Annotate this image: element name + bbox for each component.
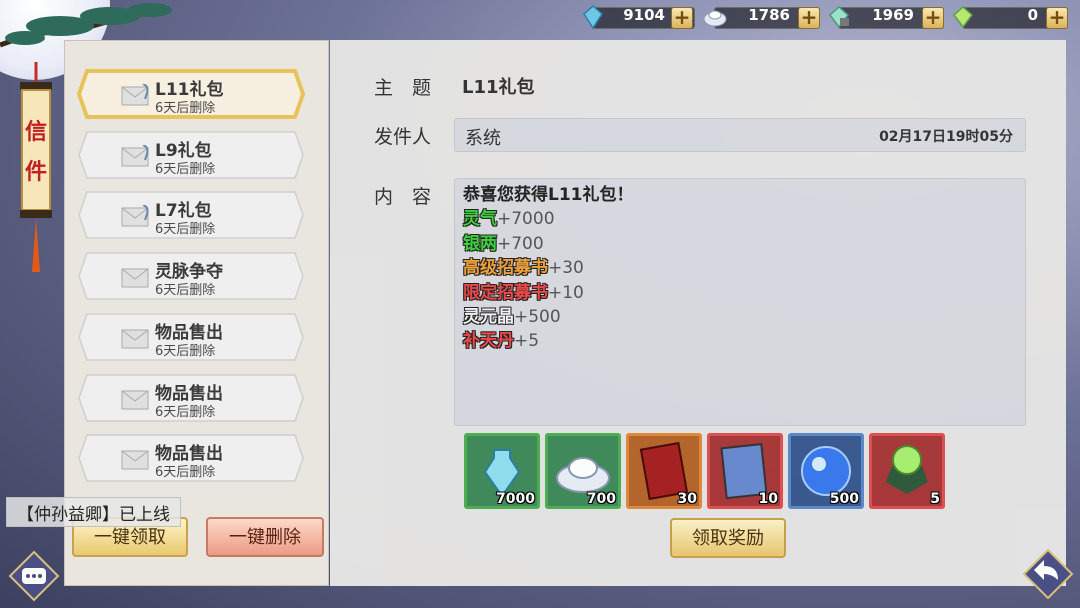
envelope-icon <box>121 205 149 227</box>
item-amount: +30 <box>548 258 584 279</box>
add-spirit-button[interactable]: + <box>671 7 693 29</box>
add-silver-button[interactable]: + <box>798 7 820 29</box>
mail-expiry: 6天后删除 <box>155 161 216 177</box>
item-name: 限定招募书 <box>463 282 548 303</box>
mail-expiry: 6天后删除 <box>155 404 216 420</box>
sender-field: 系统 02月17日19时05分 <box>454 118 1026 152</box>
currency-silver: 1786 + <box>702 4 820 30</box>
subject-value: L11礼包 <box>462 77 535 98</box>
content-line: 补天丹+5 <box>463 329 1017 353</box>
sender-value: 系统 <box>465 128 501 149</box>
mail-expiry: 6天后删除 <box>155 283 216 299</box>
mail-list-item[interactable]: 物品售出 6天后删除 <box>77 433 305 483</box>
currency-gem: 1969 + <box>826 4 944 30</box>
currency-spirit: 9104 + <box>580 4 695 30</box>
mail-timestamp: 02月17日19时05分 <box>879 129 1013 145</box>
item-name: 灵气 <box>463 209 497 230</box>
mail-detail-panel: 主 题 L11礼包 发件人 系统 02月17日19时05分 内 容 恭喜您获得L… <box>330 40 1066 586</box>
chat-button[interactable] <box>8 550 60 602</box>
envelope-icon <box>121 329 149 349</box>
mail-list-item[interactable]: 物品售出 6天后删除 <box>77 373 305 423</box>
silver-ingot-icon <box>703 10 727 27</box>
sender-label: 发件人 <box>374 126 432 148</box>
item-name: 银两 <box>463 233 497 254</box>
locked-gem-icon <box>828 5 850 29</box>
subject-label: 主 题 <box>374 77 432 99</box>
reward-count: 30 <box>677 491 697 507</box>
reward-item[interactable]: 30 <box>626 433 702 509</box>
currency-value: 1786 <box>748 6 790 24</box>
content-lines: 灵气+7000 银两+700 高级招募书+30 限定招募书+10 灵元晶+500 补天丹+… <box>463 207 1017 353</box>
online-notice: 【仲孙益卿】已上线 <box>6 497 181 527</box>
content-line: 灵气+7000 <box>463 207 1017 231</box>
add-rainbow-button[interactable]: + <box>1046 7 1068 29</box>
reward-item[interactable]: 700 <box>545 433 621 509</box>
mail-list-item[interactable]: 灵脉争夺 6天后删除 <box>77 251 305 301</box>
mail-expiry: 6天后删除 <box>155 222 216 238</box>
add-gem-button[interactable]: + <box>922 7 944 29</box>
rainbow-gem-icon <box>952 5 974 29</box>
mail-tab[interactable]: 信 件 <box>14 62 58 272</box>
content-line: 高级招募书+30 <box>463 256 1017 280</box>
content-line: 限定招募书+10 <box>463 281 1017 305</box>
spirit-crystal-icon <box>583 4 603 30</box>
content-box: 恭喜您获得L11礼包！ 灵气+7000 银两+700 高级招募书+30 限定招募书+1… <box>454 178 1026 426</box>
reward-item[interactable]: 5 <box>869 433 945 509</box>
reward-count: 7000 <box>496 491 535 507</box>
envelope-icon <box>121 144 149 167</box>
currency-value: 9104 <box>623 6 665 24</box>
item-name: 高级招募书 <box>463 258 548 279</box>
reward-item[interactable]: 500 <box>788 433 864 509</box>
item-name: 灵元晶 <box>463 307 514 328</box>
mail-list-item[interactable]: L7礼包 6天后删除 <box>77 190 305 240</box>
currency-value: 1969 <box>872 6 914 24</box>
content-label: 内 容 <box>374 186 432 208</box>
tab-label-1: 信 <box>25 120 48 145</box>
item-amount: +10 <box>548 282 584 303</box>
tab-label-2: 件 <box>25 160 48 185</box>
item-amount: +500 <box>514 307 561 328</box>
content-line: 灵元晶+500 <box>463 305 1017 329</box>
mail-expiry: 6天后删除 <box>155 101 216 116</box>
envelope-icon <box>121 450 149 470</box>
mail-list-item[interactable]: L11礼包 6天后删除 <box>77 69 305 119</box>
envelope-icon <box>121 268 149 288</box>
mail-expiry: 6天后删除 <box>155 343 216 359</box>
reward-count: 10 <box>758 491 778 507</box>
mail-expiry: 6天后删除 <box>155 465 216 481</box>
delete-all-button[interactable]: 一键删除 <box>206 517 324 557</box>
item-name: 补天丹 <box>463 331 514 352</box>
item-amount: +5 <box>514 331 540 352</box>
item-amount: +7000 <box>497 209 555 230</box>
item-amount: +700 <box>497 233 544 254</box>
mail-list-item[interactable]: L9礼包 6天后删除 <box>77 130 305 180</box>
content-heading: 恭喜您获得L11礼包！ <box>463 185 634 205</box>
reward-count: 5 <box>930 491 940 507</box>
claim-reward-button[interactable]: 领取奖励 <box>670 518 786 558</box>
envelope-icon <box>121 390 149 409</box>
currency-rainbow: 0 + <box>950 4 1068 30</box>
envelope-icon <box>121 84 149 106</box>
reward-count: 700 <box>586 491 616 507</box>
back-button[interactable] <box>1022 548 1074 600</box>
currency-value: 0 <box>1027 6 1038 24</box>
mail-list-item[interactable]: 物品售出 6天后删除 <box>77 312 305 362</box>
reward-item[interactable]: 10 <box>707 433 783 509</box>
content-line: 银两+700 <box>463 232 1017 256</box>
reward-count: 500 <box>829 491 859 507</box>
reward-item[interactable]: 7000 <box>464 433 540 509</box>
